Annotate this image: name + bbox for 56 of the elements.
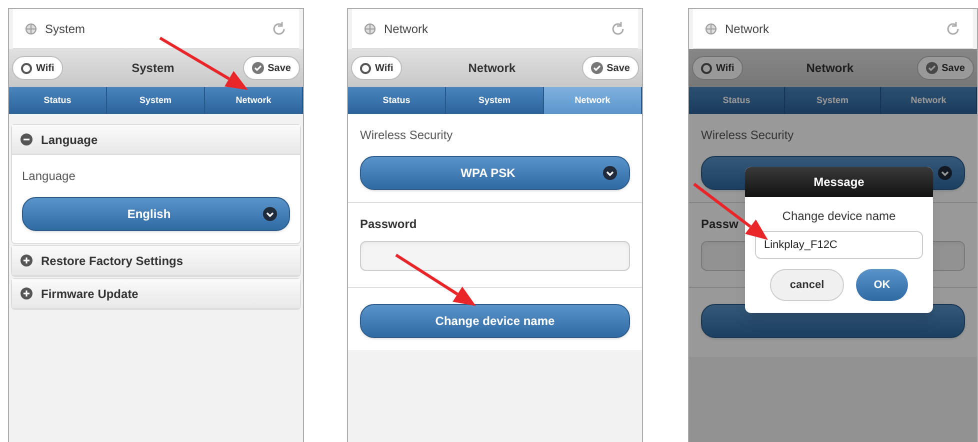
chevron-down-icon [263, 207, 277, 221]
save-button[interactable]: Save [916, 56, 974, 80]
section-title: Language [41, 132, 98, 148]
tab[interactable]: Status [348, 87, 446, 114]
dropdown-select[interactable]: WPA PSK [360, 156, 630, 190]
field-label: Wireless Security [360, 127, 453, 144]
cancel-button[interactable]: cancel [770, 269, 844, 301]
save-button[interactable]: Save [242, 56, 300, 80]
header-title: Network [384, 20, 430, 38]
globe-icon [705, 22, 717, 34]
refresh-icon[interactable] [610, 20, 626, 36]
refresh-icon[interactable] [945, 20, 961, 36]
ring-icon [21, 62, 32, 74]
wifi-button[interactable]: Wifi [692, 56, 744, 80]
section-header[interactable]: Firmware Update [12, 279, 300, 309]
section-title: Restore Factory Settings [41, 252, 184, 270]
dialog-prompt: Change device name [782, 208, 896, 225]
tab[interactable]: Status [9, 87, 107, 114]
globe-icon [364, 22, 376, 34]
globe-icon [25, 22, 37, 34]
section-header[interactable]: Language [12, 125, 300, 155]
change-name-button[interactable]: Change device name [360, 304, 630, 338]
chevron-down-icon [603, 166, 617, 180]
toolbar-title: System [130, 60, 176, 77]
refresh-icon[interactable] [271, 20, 287, 36]
field-label: Wireless Security [701, 127, 794, 144]
check-circle-icon [926, 62, 938, 74]
dropdown-select[interactable]: English [22, 197, 290, 231]
section-title: Firmware Update [41, 286, 138, 302]
toolbar-title: Network [467, 60, 517, 77]
toolbar-title: Network [805, 60, 855, 77]
field-label: Passw [701, 216, 738, 233]
tab[interactable]: Network [205, 87, 303, 114]
ok-button[interactable]: OK [856, 269, 908, 301]
device-name-field[interactable]: Linkplay_F12C [755, 231, 923, 259]
section-header[interactable]: Restore Factory Settings [12, 246, 300, 276]
ring-icon [360, 62, 371, 74]
header-title: System [45, 20, 86, 38]
header-title: Network [725, 20, 770, 38]
check-circle-icon [590, 62, 603, 74]
check-circle-icon [252, 62, 264, 74]
chevron-down-icon [938, 166, 952, 180]
tab[interactable]: System [446, 87, 544, 114]
field-label: Language [22, 168, 76, 185]
password-field[interactable] [360, 241, 630, 271]
tab[interactable]: System [785, 87, 881, 114]
ring-icon [701, 62, 712, 74]
field-label: Password [360, 216, 417, 233]
save-button[interactable]: Save [582, 56, 639, 80]
tab[interactable]: Network [544, 87, 642, 114]
tab[interactable]: Network [881, 87, 977, 114]
dialog-title: Message [745, 167, 933, 197]
tab[interactable]: Status [689, 87, 785, 114]
wifi-button[interactable]: Wifi [351, 56, 402, 80]
tab[interactable]: System [107, 87, 205, 114]
wifi-button[interactable]: Wifi [12, 56, 64, 80]
